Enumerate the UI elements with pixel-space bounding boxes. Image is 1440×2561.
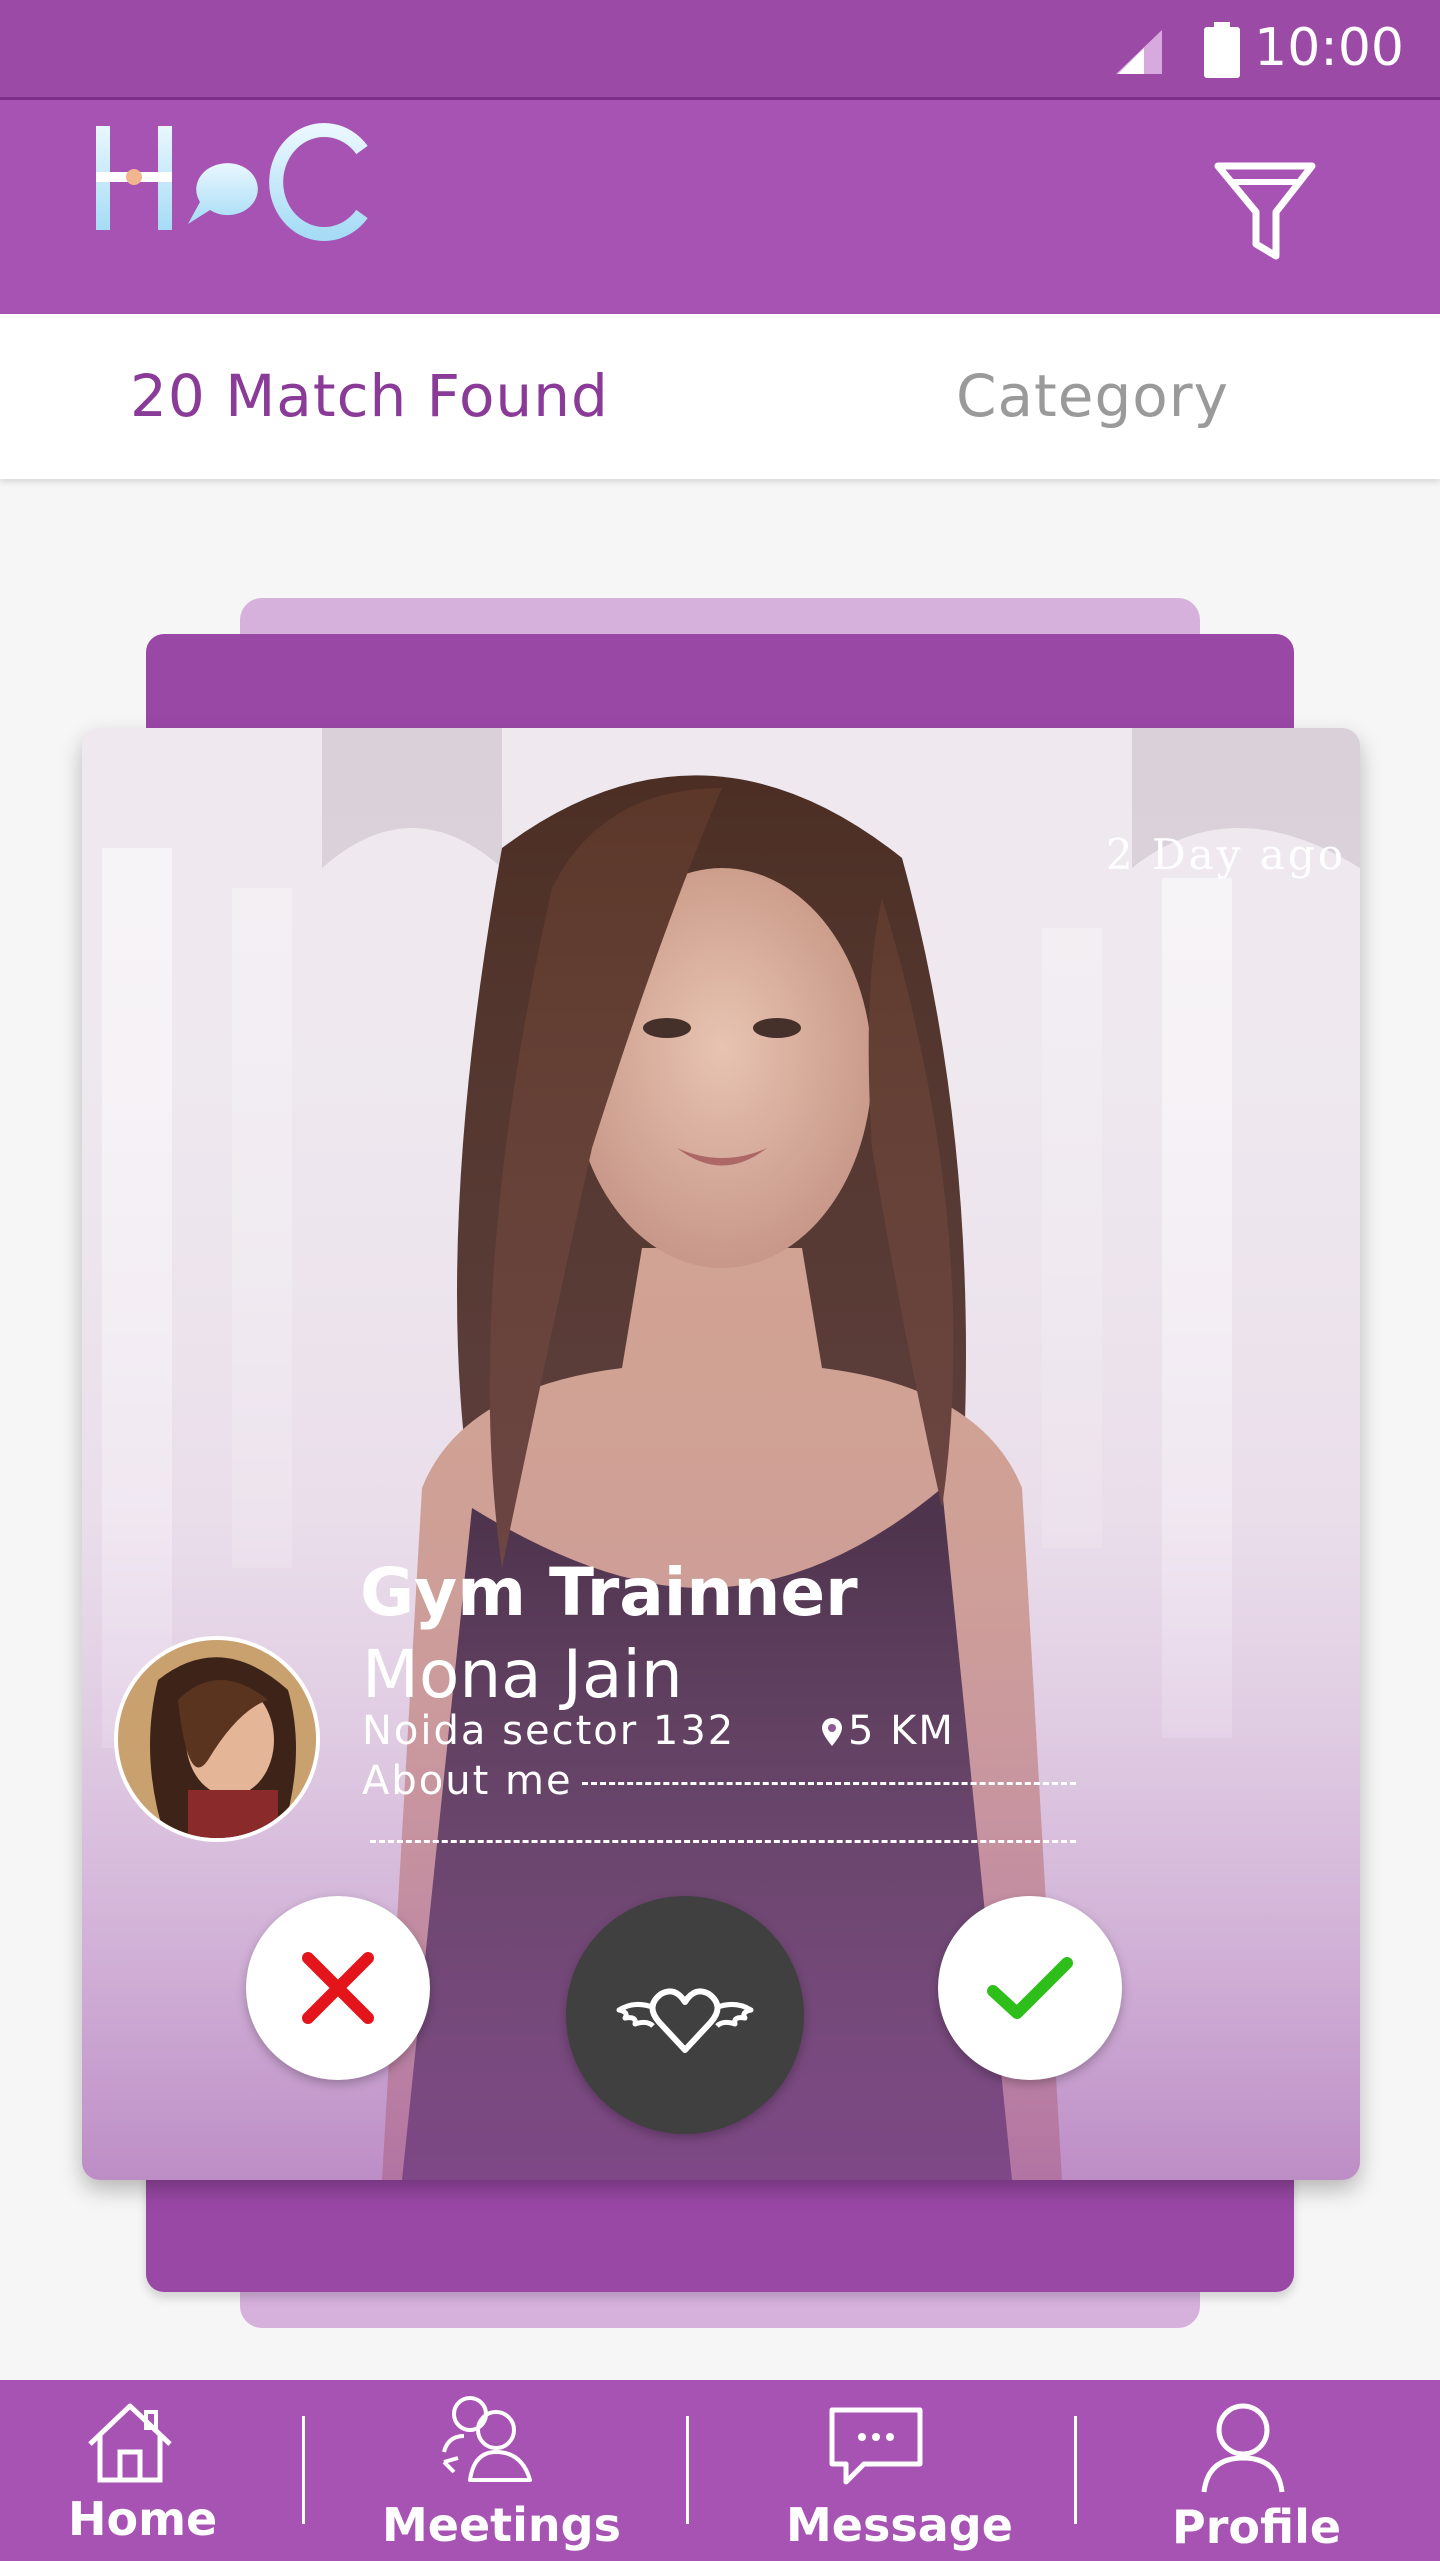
card-stack-middle-bottom: [146, 2170, 1294, 2292]
nav-message[interactable]: Message: [690, 2380, 1072, 2561]
about-me-placeholder-line: [370, 1840, 1076, 1843]
battery-icon: [1204, 22, 1240, 78]
avatar[interactable]: [114, 1636, 320, 1842]
avatar-photo: [118, 1640, 316, 1838]
bottom-nav: Home Meetings Message Profile: [0, 2380, 1440, 2561]
filter-icon[interactable]: [1212, 158, 1318, 264]
close-icon: [302, 1952, 374, 2024]
accept-button[interactable]: [938, 1896, 1122, 2080]
home-icon: [88, 2403, 172, 2483]
nav-divider: [302, 2416, 305, 2524]
person-name: Mona Jain: [362, 1636, 683, 1713]
distance-text: 5 KM: [848, 1708, 955, 1754]
super-like-button[interactable]: [566, 1896, 804, 2134]
reject-button[interactable]: [246, 1896, 430, 2080]
winged-heart-icon: [616, 1988, 754, 2053]
app-bar: [0, 100, 1440, 314]
nav-divider: [686, 2416, 689, 2524]
tab-category[interactable]: Category: [956, 362, 1229, 430]
nav-meetings[interactable]: Meetings: [306, 2380, 684, 2561]
nav-meetings-label: Meetings: [382, 2498, 621, 2552]
location-pin-icon: [822, 1718, 842, 1746]
about-me-label: About me: [362, 1758, 573, 1804]
message-icon: [829, 2407, 923, 2485]
signal-icon: [1116, 30, 1162, 74]
profile-icon: [1201, 2403, 1285, 2493]
check-icon: [987, 1957, 1073, 2019]
app-logo[interactable]: [92, 120, 382, 244]
match-tabs: 20 Match Found Category: [0, 314, 1440, 479]
about-me-placeholder: [582, 1782, 1076, 1785]
profile-card[interactable]: 2 Day ago Gym Trainner Mona Jain Noida s…: [82, 728, 1360, 2180]
status-bar: 10:00: [0, 0, 1440, 100]
meetings-icon: [442, 2396, 532, 2482]
nav-home[interactable]: Home: [0, 2380, 300, 2561]
status-time: 10:00: [1254, 18, 1404, 78]
nav-home-label: Home: [68, 2492, 218, 2546]
job-title: Gym Trainner: [360, 1554, 858, 1631]
posted-time: 2 Day ago: [1105, 830, 1346, 879]
nav-message-label: Message: [786, 2498, 1013, 2552]
location-text: Noida sector 132: [362, 1708, 736, 1754]
nav-profile-label: Profile: [1172, 2500, 1342, 2554]
nav-profile[interactable]: Profile: [1078, 2380, 1440, 2561]
tab-match-found[interactable]: 20 Match Found: [130, 362, 609, 430]
nav-divider: [1074, 2416, 1077, 2524]
